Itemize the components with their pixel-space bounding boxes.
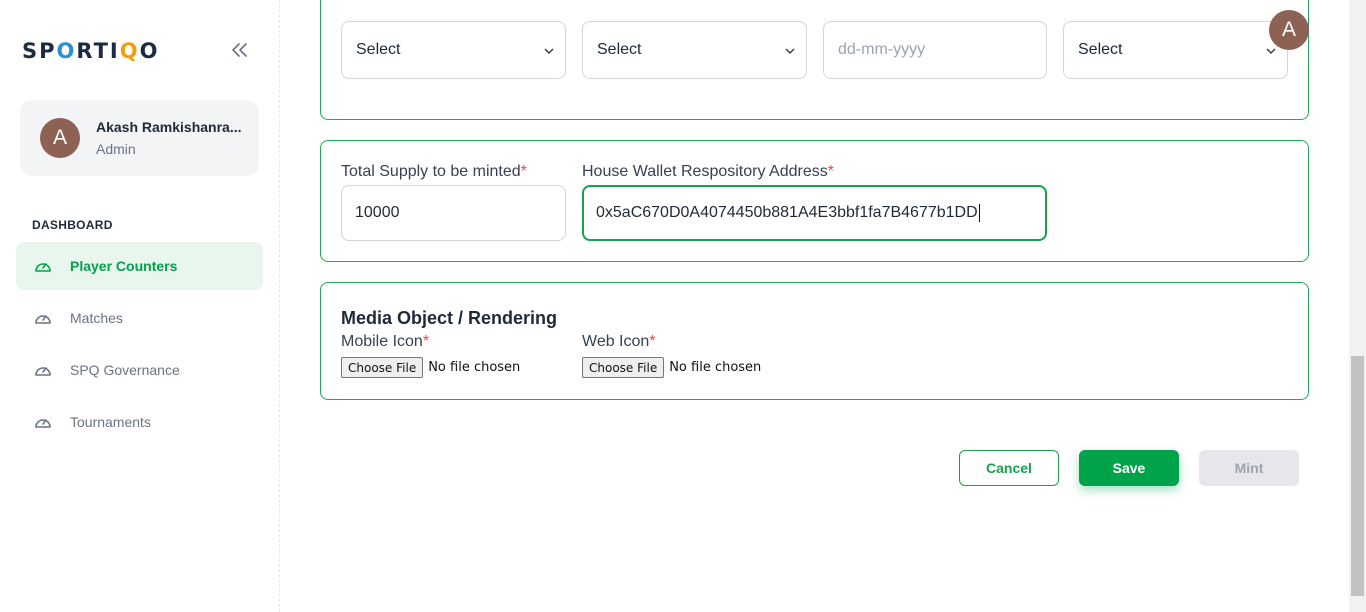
user-card[interactable]: A Akash Ramkishanra... Admin	[20, 100, 259, 176]
sidebar-item-label: Matches	[70, 310, 123, 326]
sidebar-item-tournaments[interactable]: Tournaments	[16, 398, 263, 446]
select-value: Select	[597, 41, 642, 58]
scrollbar-thumb[interactable]	[1351, 356, 1364, 596]
web-icon-label: Web Icon*	[582, 333, 656, 350]
date-placeholder: dd-mm-yyyy	[838, 41, 926, 58]
wallet-address-label: House Wallet Respository Address*	[582, 163, 834, 180]
sidebar-item-label: Tournaments	[70, 414, 151, 430]
sidebar-item-label: SPQ Governance	[70, 362, 180, 378]
section-label-dashboard: DASHBOARD	[32, 218, 113, 232]
sidebar-item-spq-governance[interactable]: SPQ Governance	[16, 346, 263, 394]
wallet-address-input[interactable]: 0x5aC670D0A4074450b881A4E3bbf1fa7B4677b1…	[582, 185, 1047, 241]
gauge-icon	[35, 315, 51, 324]
media-section-title: Media Object / Rendering	[341, 308, 558, 328]
cancel-button[interactable]: Cancel	[959, 450, 1059, 486]
chevron-down-icon	[1266, 48, 1276, 55]
supply-panel: Total Supply to be minted* 10000 House W…	[320, 140, 1309, 262]
choose-file-button[interactable]: Choose File	[341, 357, 424, 378]
media-panel: Media Object / Rendering Mobile Icon* Ch…	[320, 282, 1309, 400]
sportiqo-logo[interactable]: SPORTIQO	[22, 38, 159, 64]
gauge-icon	[35, 419, 51, 428]
file-status: No file chosen	[428, 360, 521, 375]
gauge-icon	[35, 263, 51, 272]
select-dropdown-2[interactable]: Select	[582, 21, 807, 79]
file-status: No file chosen	[669, 360, 762, 375]
select-value: Select	[1078, 41, 1123, 58]
double-chevron-left-icon	[232, 43, 247, 57]
filters-panel: Select Select dd-mm-yyyy Select	[320, 0, 1309, 120]
total-supply-input[interactable]: 10000	[341, 185, 566, 241]
select-dropdown-1[interactable]: Select	[341, 21, 566, 79]
profile-avatar[interactable]: A	[1269, 10, 1309, 50]
choose-file-button[interactable]: Choose File	[582, 357, 665, 378]
chevron-down-icon	[785, 48, 795, 55]
save-button[interactable]: Save	[1079, 450, 1179, 486]
gauge-icon	[35, 367, 51, 376]
mobile-icon-label: Mobile Icon*	[341, 333, 430, 350]
date-input[interactable]: dd-mm-yyyy	[823, 21, 1047, 79]
select-value: Select	[356, 41, 401, 58]
sidebar: SPORTIQO A Akash Ramkishanra... Admin DA…	[0, 0, 280, 612]
select-dropdown-3[interactable]: Select	[1063, 21, 1288, 79]
avatar: A	[40, 118, 80, 158]
total-supply-label: Total Supply to be minted*	[341, 163, 527, 180]
sidebar-item-matches[interactable]: Matches	[16, 294, 263, 342]
mint-button[interactable]: Mint	[1199, 450, 1299, 486]
user-name: Akash Ramkishanra...	[96, 119, 242, 135]
chevron-down-icon	[544, 48, 554, 55]
sidebar-item-player-counters[interactable]: Player Counters	[16, 242, 263, 290]
scrollbar[interactable]	[1349, 0, 1366, 612]
mobile-icon-file-input[interactable]: Choose File No file chosen	[341, 357, 520, 378]
sidebar-item-label: Player Counters	[70, 258, 178, 274]
user-role: Admin	[96, 141, 136, 157]
text-caret	[978, 204, 980, 222]
web-icon-file-input[interactable]: Choose File No file chosen	[582, 357, 761, 378]
collapse-sidebar-button[interactable]	[228, 38, 252, 62]
